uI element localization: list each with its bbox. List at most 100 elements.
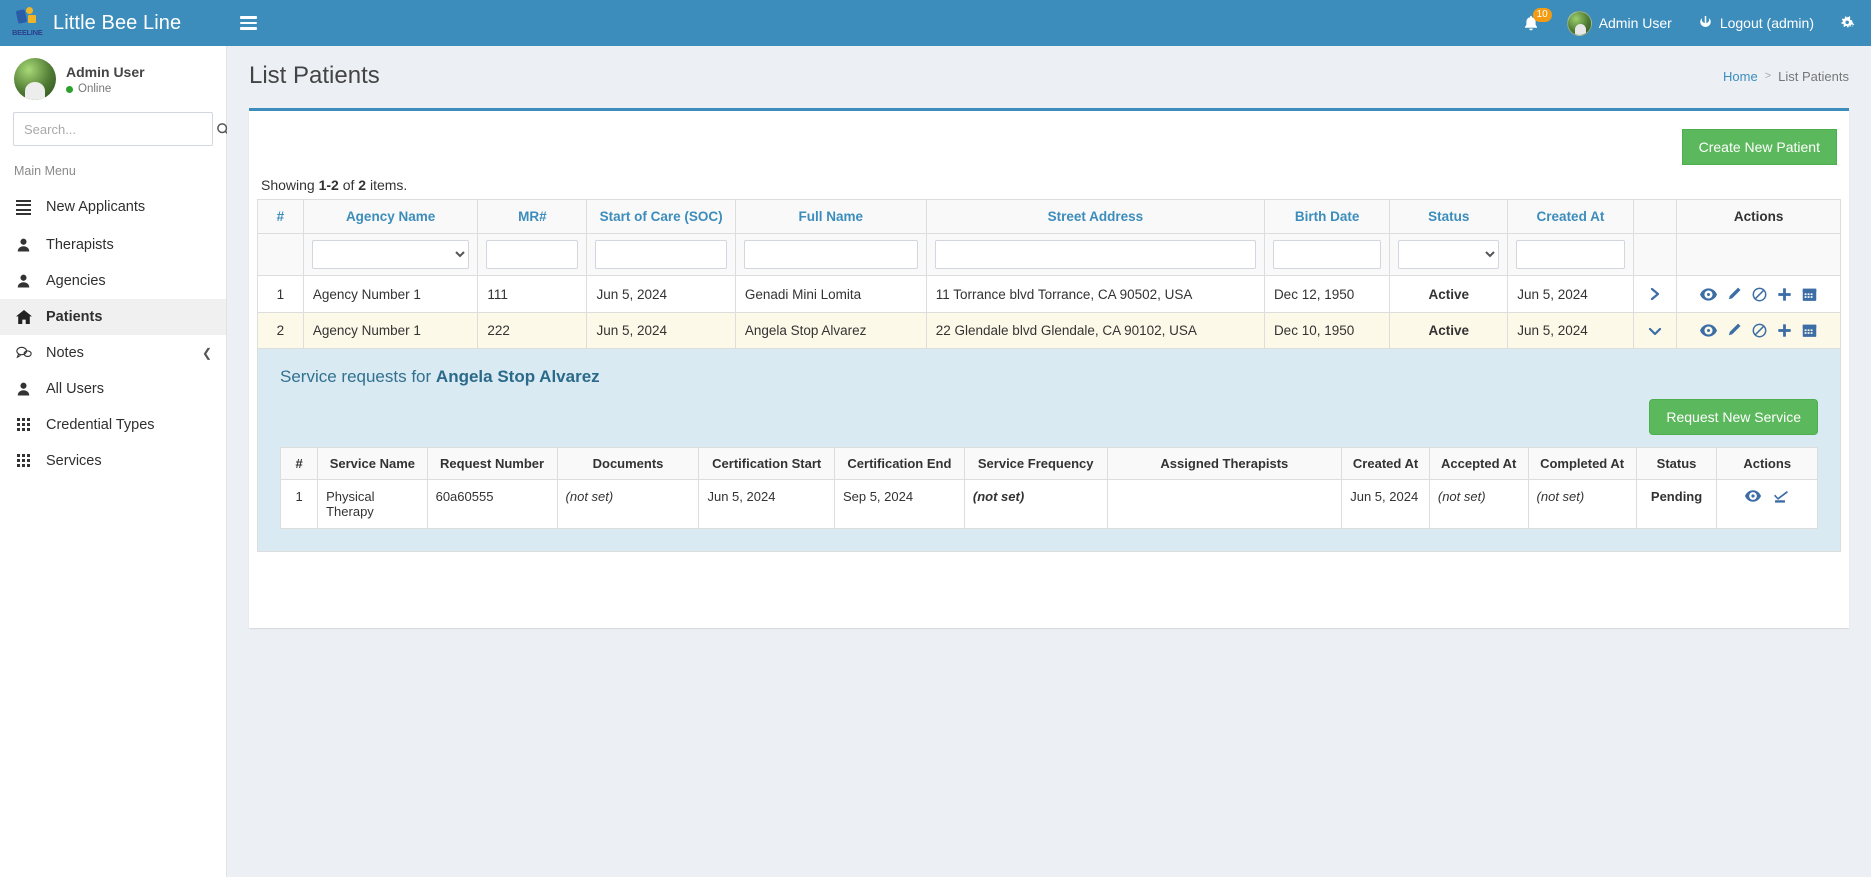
sidebar-search[interactable] [13, 112, 231, 146]
breadcrumb-home-link[interactable]: Home [1723, 69, 1758, 84]
ban-icon[interactable] [1752, 323, 1767, 338]
sidebar-item-notes[interactable]: Notes ❮ [0, 335, 226, 371]
sub-row-action-icons [1725, 489, 1809, 503]
table-row[interactable]: 1 Physical Therapy 60a60555 (not set) Ju… [279, 479, 1818, 529]
sub-cell-certification-start: Jun 5, 2024 [698, 479, 835, 529]
filter-cell-number [257, 233, 304, 276]
cell-mr: 222 [477, 312, 588, 349]
pencil-icon[interactable] [1727, 323, 1742, 338]
col-header-street-address[interactable]: Street Address [925, 199, 1265, 234]
chevron-right-icon[interactable] [1643, 286, 1668, 302]
gears-icon [1840, 15, 1858, 31]
eye-icon[interactable] [1745, 490, 1762, 502]
calendar-icon[interactable] [1802, 323, 1817, 338]
cell-expand-toggle[interactable] [1632, 275, 1678, 313]
create-new-patient-button[interactable]: Create New Patient [1681, 129, 1837, 165]
plus-icon[interactable] [1777, 287, 1792, 302]
filter-cell-expand [1632, 233, 1678, 276]
service-requests-toolbar: Request New Service [280, 399, 1818, 435]
sub-cell-accepted-at: (not set) [1428, 479, 1529, 529]
box-toolbar: Create New Patient [257, 121, 1841, 177]
brand-logo-area[interactable]: BEELINE Little Bee Line [0, 0, 227, 46]
sub-cell-certification-end: Sep 5, 2024 [833, 479, 965, 529]
col-header-mr[interactable]: MR# [477, 199, 588, 234]
user-menu-button[interactable]: Admin User [1554, 0, 1685, 46]
sub-col-header-service-frequency: Service Frequency [963, 447, 1108, 480]
sidebar-item-agencies[interactable]: Agencies [0, 263, 226, 299]
settings-button[interactable] [1827, 0, 1871, 46]
filter-street-address-input[interactable] [934, 240, 1256, 269]
breadcrumb: Home > List Patients [1723, 69, 1849, 84]
summary-prefix: Showing [261, 177, 315, 193]
grid-icon [14, 454, 33, 468]
sidebar-toggle-button[interactable] [227, 0, 269, 46]
service-requests-patient-name: Angela Stop Alvarez [435, 367, 600, 386]
cell-mr: 111 [477, 275, 588, 313]
sidebar-item-therapists[interactable]: Therapists [0, 227, 226, 263]
accept-check-icon[interactable] [1773, 489, 1789, 503]
ban-icon[interactable] [1752, 287, 1767, 302]
sidebar-user-panel[interactable]: Admin User Online [0, 46, 226, 112]
avatar [14, 58, 56, 100]
cell-start-of-care: Jun 5, 2024 [586, 312, 736, 349]
filter-cell-full-name [734, 233, 927, 276]
filter-birth-date-input[interactable] [1272, 240, 1382, 269]
col-header-full-name[interactable]: Full Name [734, 199, 927, 234]
sidebar-item-label: Services [46, 452, 102, 469]
col-header-agency-name[interactable]: Agency Name [302, 199, 479, 234]
sub-cell-completed-at: (not set) [1527, 479, 1637, 529]
sub-cell-service-name: Physical Therapy [317, 479, 428, 529]
filter-agency-name-select[interactable] [311, 240, 470, 269]
col-header-status[interactable]: Status [1389, 199, 1509, 234]
filter-mr-input[interactable] [486, 240, 579, 269]
user-icon [14, 274, 33, 288]
sub-col-header-certification-start: Certification Start [698, 447, 835, 480]
eye-icon[interactable] [1700, 287, 1718, 301]
cell-agency-name: Agency Number 1 [302, 312, 479, 349]
search-input[interactable] [14, 121, 210, 137]
sidebar-item-services[interactable]: Services [0, 443, 226, 479]
col-header-created-at[interactable]: Created At [1507, 199, 1634, 234]
plus-icon[interactable] [1777, 323, 1792, 338]
user-icon [14, 382, 33, 396]
table-row[interactable]: 2 Agency Number 1 222 Jun 5, 2024 Angela… [257, 312, 1841, 349]
request-new-service-button[interactable]: Request New Service [1649, 399, 1818, 435]
calendar-icon[interactable] [1802, 287, 1817, 302]
chevron-down-icon[interactable] [1643, 324, 1668, 338]
content-header: List Patients Home > List Patients [227, 46, 1871, 100]
service-requests-title: Service requests for Angela Stop Alvarez [280, 367, 1818, 387]
sub-col-header-assigned-therapists: Assigned Therapists [1106, 447, 1343, 480]
filter-full-name-input[interactable] [743, 240, 918, 269]
sidebar-item-all-users[interactable]: All Users [0, 371, 226, 407]
logout-button[interactable]: Logout (admin) [1685, 0, 1827, 46]
main-content: List Patients Home > List Patients Creat… [227, 46, 1871, 877]
logo-wordmark: BEELINE [12, 28, 43, 37]
filter-start-of-care-input[interactable] [595, 240, 727, 269]
sidebar-item-credential-types[interactable]: Credential Types [0, 407, 226, 443]
eye-icon[interactable] [1700, 324, 1718, 337]
page-title: List Patients [249, 62, 380, 89]
col-header-birth-date[interactable]: Birth Date [1263, 199, 1391, 234]
cell-created-at: Jun 5, 2024 [1507, 275, 1634, 313]
sub-col-header-service-name: Service Name [317, 447, 428, 480]
sub-col-header-documents: Documents [556, 447, 700, 480]
logout-label: Logout (admin) [1719, 15, 1814, 31]
cell-expand-toggle[interactable] [1632, 312, 1678, 349]
sub-col-header-created-at: Created At [1341, 447, 1430, 480]
comments-icon [14, 346, 33, 359]
sidebar-item-label: Agencies [46, 272, 106, 289]
summary-middle: of [342, 177, 355, 193]
sidebar-user-status-label: Online [78, 83, 112, 96]
filter-status-select[interactable] [1398, 240, 1500, 269]
sidebar-item-patients[interactable]: Patients [0, 298, 226, 335]
col-header-start-of-care[interactable]: Start of Care (SOC) [586, 199, 736, 234]
sub-col-header-request-number: Request Number [426, 447, 558, 480]
results-summary: Showing 1-2 of 2 items. [257, 177, 1841, 199]
table-row[interactable]: 1 Agency Number 1 111 Jun 5, 2024 Genadi… [257, 275, 1841, 313]
patients-table: # Agency Name MR# Start of Care (SOC) Fu… [257, 199, 1841, 552]
notifications-button[interactable]: 10 [1508, 0, 1554, 46]
filter-created-at-input[interactable] [1516, 240, 1625, 269]
sidebar-item-new-applicants[interactable]: New Applicants [0, 188, 226, 227]
pencil-icon[interactable] [1727, 287, 1742, 302]
brand-title: Little Bee Line [53, 11, 182, 34]
